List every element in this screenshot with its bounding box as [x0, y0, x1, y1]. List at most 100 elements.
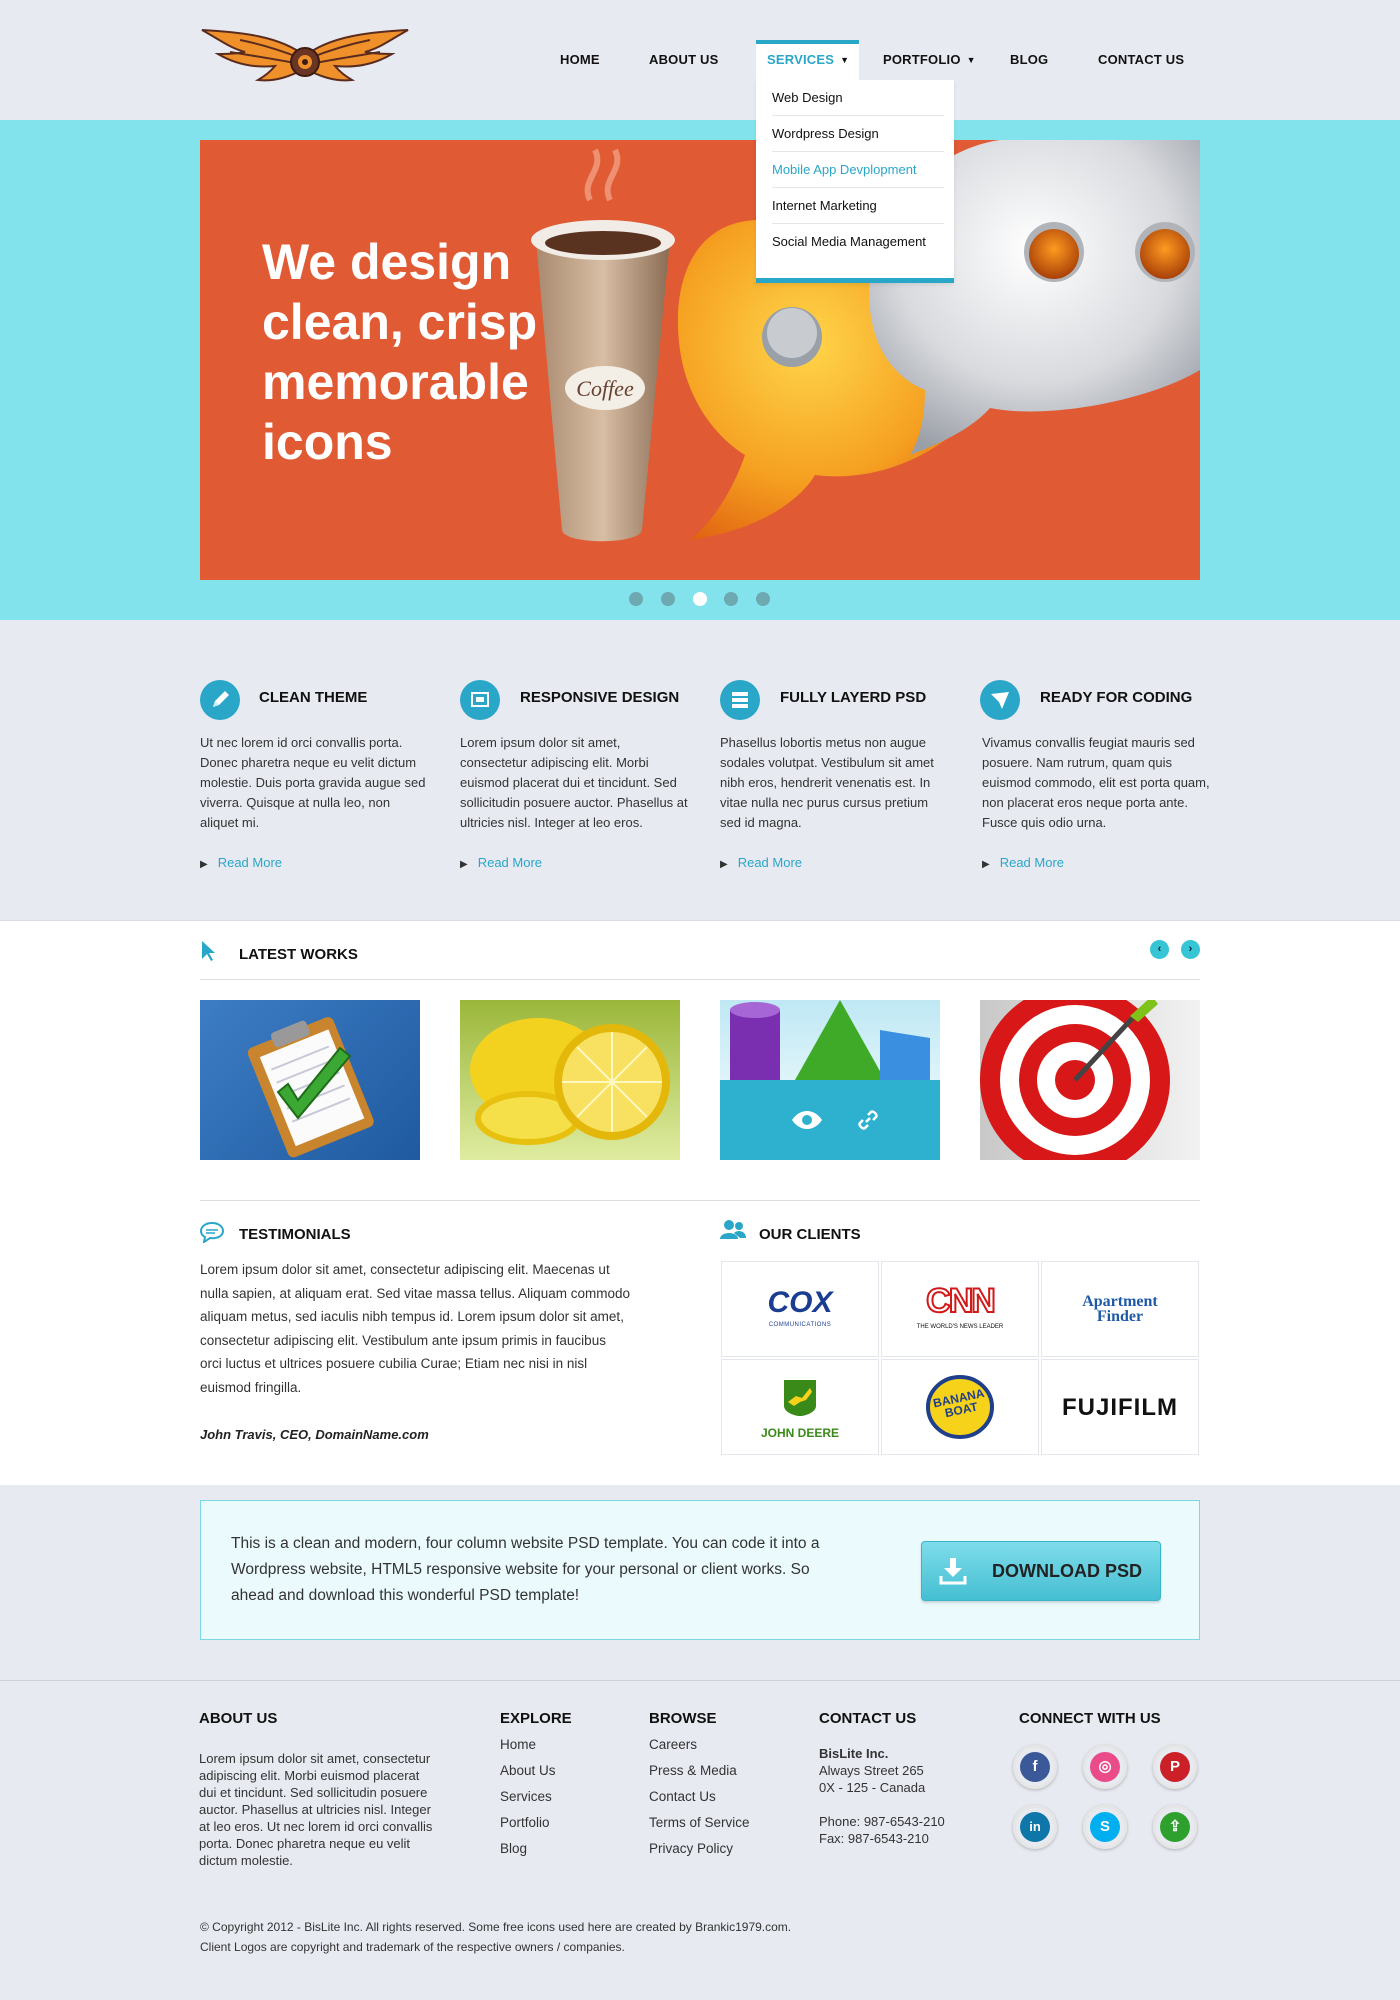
cta-text: This is a clean and modern, four column … [231, 1535, 820, 1604]
read-more-link[interactable]: ▶ Read More [460, 855, 542, 870]
dropdown-item-internet-marketing[interactable]: Internet Marketing [772, 188, 944, 224]
dropdown-item-web-design[interactable]: Web Design [772, 80, 944, 116]
chevron-down-icon: ▼ [966, 55, 976, 65]
feature-text: Phasellus lobortis metus non augue sodal… [720, 735, 934, 830]
feature-title: RESPONSIVE DESIGN [520, 689, 680, 706]
copyright-line-1: © Copyright 2012 - BisLite Inc. All righ… [200, 1920, 792, 1934]
facebook-glyph: f [1020, 1752, 1050, 1782]
feature-title: READY FOR CODING [1040, 689, 1193, 706]
chevron-right-icon: ▶ [720, 859, 728, 870]
portfolio-item-lemon[interactable] [460, 1000, 680, 1160]
footer-link-about-us[interactable]: About Us [500, 1763, 556, 1778]
divider [200, 979, 1200, 980]
dropdown-item-mobile-app[interactable]: Mobile App Devplopment [772, 152, 944, 188]
clipboard-icon [247, 1017, 374, 1158]
slider-dot-3[interactable] [693, 592, 707, 606]
footer-fax: Fax: 987-6543-210 [819, 1831, 929, 1846]
client-logo-cox[interactable]: COX COMMUNICATIONS [721, 1261, 879, 1357]
link-icon[interactable] [856, 1108, 880, 1132]
read-more-label: Read More [217, 855, 283, 870]
nav-contact-us[interactable]: CONTACT US [1098, 52, 1184, 67]
cox-logo-sub: COMMUNICATIONS [768, 1322, 832, 1328]
client-logo-banana-boat[interactable]: BANANA BOAT [881, 1359, 1039, 1455]
cursor-icon [202, 941, 215, 961]
dribbble-icon[interactable]: ◎ [1083, 1745, 1127, 1789]
target-icon [980, 1000, 1170, 1160]
read-more-label: Read More [477, 855, 543, 870]
client-logo-john-deere[interactable]: JOHN DEERE [721, 1359, 879, 1455]
feature-title: FULLY LAYERD PSD [780, 689, 927, 706]
slider-dot-2[interactable] [661, 592, 675, 606]
nav-services[interactable]: SERVICES ▼ [767, 52, 849, 67]
facebook-icon[interactable]: f [1013, 1745, 1057, 1789]
client-logo-fujifilm[interactable]: FUJIFILM [1041, 1359, 1199, 1455]
nav-home[interactable]: HOME [560, 52, 600, 67]
copyright-line-2: Client Logos are copyright and trademark… [200, 1940, 625, 1954]
footer-connect-title: CONNECT WITH US [1019, 1710, 1161, 1727]
layers-icon [720, 680, 760, 720]
nav-blog[interactable]: BLOG [1010, 52, 1048, 67]
footer-link-privacy[interactable]: Privacy Policy [649, 1841, 733, 1856]
feature-text: Lorem ipsum dolor sit amet, consectetur … [460, 735, 688, 830]
chevron-right-icon: ▶ [982, 859, 990, 870]
footer-link-services[interactable]: Services [500, 1789, 552, 1804]
read-more-link[interactable]: ▶ Read More [982, 855, 1064, 870]
hero-slide[interactable]: We design clean, crisp & memorable icons… [200, 140, 1200, 580]
nav-services-label: SERVICES [767, 52, 835, 67]
footer-link-press-media[interactable]: Press & Media [649, 1763, 737, 1778]
testimonial-author: John Travis, CEO, DomainName.com [200, 1427, 429, 1442]
read-more-label: Read More [737, 855, 803, 870]
download-psd-button[interactable]: DOWNLOAD PSD [921, 1541, 1161, 1601]
footer-link-blog[interactable]: Blog [500, 1841, 527, 1856]
slider-dot-1[interactable] [629, 592, 643, 606]
nav-portfolio[interactable]: PORTFOLIO ▼ [883, 52, 976, 67]
cox-logo-text: COX [767, 1286, 833, 1319]
footer-explore-title: EXPLORE [500, 1710, 572, 1727]
slider-dot-4[interactable] [724, 592, 738, 606]
read-more-link[interactable]: ▶ Read More [200, 855, 282, 870]
prev-arrow-icon[interactable]: ‹ [1150, 940, 1169, 959]
footer-browse-title: BROWSE [649, 1710, 717, 1727]
feature-title: CLEAN THEME [259, 689, 368, 706]
feature-text: Vivamus convallis feugiat mauris sed pos… [982, 735, 1210, 830]
pinterest-icon[interactable]: P [1153, 1745, 1197, 1789]
linkedin-icon[interactable]: in [1013, 1805, 1057, 1849]
latest-works-title: LATEST WORKS [239, 946, 358, 963]
divider [200, 1200, 1200, 1201]
skype-icon[interactable]: S [1083, 1805, 1127, 1849]
copyright: © Copyright 2012 - BisLite Inc. All righ… [200, 1917, 791, 1957]
nav-portfolio-label: PORTFOLIO [883, 52, 961, 67]
dropdown-item-social-media[interactable]: Social Media Management [772, 224, 944, 260]
footer-about-title: ABOUT US [199, 1710, 278, 1727]
footer-link-portfolio[interactable]: Portfolio [500, 1815, 550, 1830]
john-deere-logo-text: JOHN DEERE [760, 1426, 840, 1440]
lemon-icon [470, 1018, 670, 1145]
winged-logo[interactable] [200, 26, 410, 86]
eye-icon[interactable] [790, 1108, 824, 1132]
pinterest-glyph: P [1160, 1752, 1190, 1782]
dropdown-item-wordpress-design[interactable]: Wordpress Design [772, 116, 944, 152]
footer-link-home[interactable]: Home [500, 1737, 536, 1752]
linkedin-glyph: in [1020, 1812, 1050, 1842]
footer-link-terms[interactable]: Terms of Service [649, 1815, 750, 1830]
client-logo-apartment-finder[interactable]: Apartment Finder [1041, 1261, 1199, 1357]
footer-link-contact-us[interactable]: Contact Us [649, 1789, 716, 1804]
footer-company-name: BisLite Inc. [819, 1746, 889, 1761]
deer-icon [784, 1380, 816, 1416]
read-more-label: Read More [999, 855, 1065, 870]
download-psd-label: DOWNLOAD PSD [992, 1561, 1142, 1581]
portfolio-item-target[interactable] [980, 1000, 1200, 1160]
slider-dot-5[interactable] [756, 592, 770, 606]
read-more-link[interactable]: ▶ Read More [720, 855, 802, 870]
client-logo-cnn[interactable]: CNN THE WORLD'S NEWS LEADER [881, 1261, 1039, 1357]
portfolio-item-shapes[interactable] [720, 1000, 940, 1160]
share-icon[interactable]: ⇪ [1153, 1805, 1197, 1849]
nav-about-us[interactable]: ABOUT US [649, 52, 719, 67]
portfolio-item-clipboard[interactable] [200, 1000, 420, 1160]
footer-about-text: Lorem ipsum dolor sit amet, consectetur … [199, 1751, 433, 1868]
services-dropdown: Web Design Wordpress Design Mobile App D… [756, 80, 954, 283]
footer-phone: Phone: 987-6543-210 [819, 1814, 945, 1829]
skype-glyph: S [1090, 1812, 1120, 1842]
footer-link-careers[interactable]: Careers [649, 1737, 697, 1752]
next-arrow-icon[interactable]: › [1181, 940, 1200, 959]
